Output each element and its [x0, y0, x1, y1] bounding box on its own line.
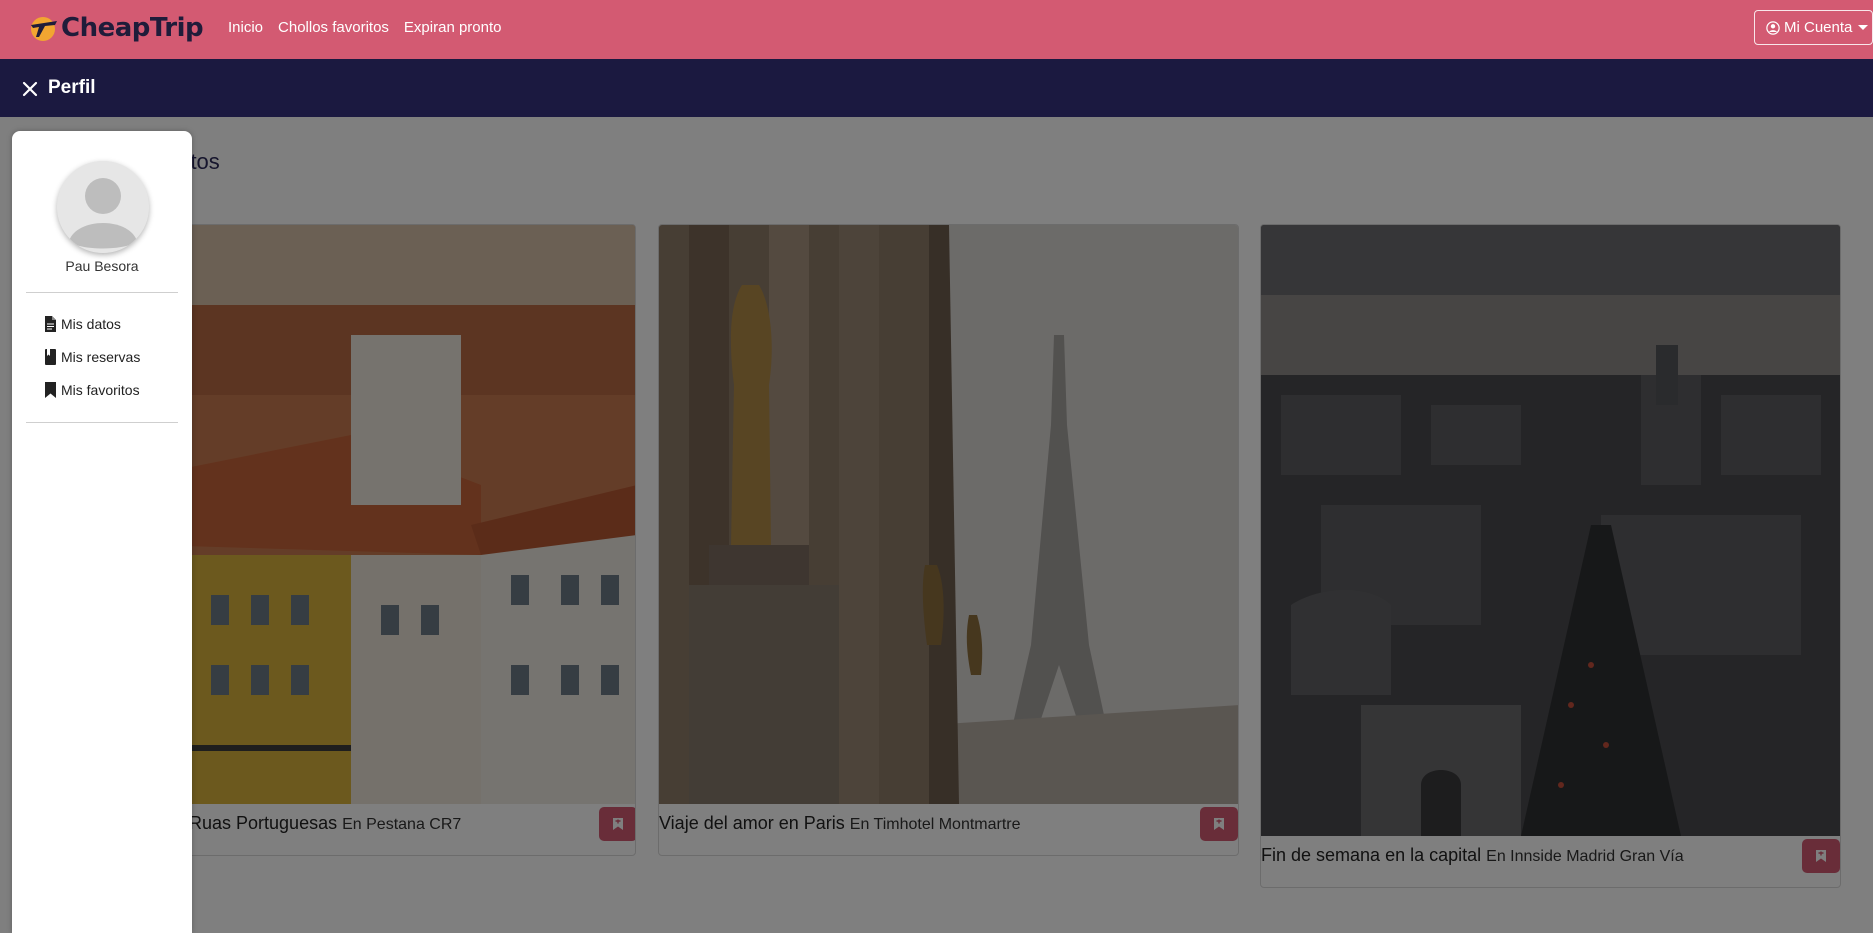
- divider: [26, 422, 178, 423]
- modal-backdrop[interactable]: [0, 59, 1873, 933]
- document-icon: [45, 316, 56, 332]
- plane-logo-icon: [31, 17, 57, 41]
- nav-link-chollos-favoritos[interactable]: Chollos favoritos: [278, 19, 389, 36]
- profile-sidebar: Pau Besora Mis datos Mis reservas Mis fa…: [12, 131, 192, 933]
- divider: [26, 292, 178, 293]
- sidebar-item-mis-favoritos[interactable]: Mis favoritos: [44, 382, 140, 398]
- logo-text: CheapTrip: [61, 13, 204, 43]
- profile-header-bar: Perfil: [0, 59, 1873, 117]
- user-name: Pau Besora: [65, 258, 139, 274]
- logo[interactable]: CheapTrip: [28, 10, 204, 46]
- sidebar-item-label: Mis favoritos: [61, 382, 140, 398]
- sidebar-item-label: Mis datos: [61, 316, 121, 332]
- nav-link-expiran-pronto[interactable]: Expiran pronto: [404, 19, 502, 36]
- book-icon: [45, 349, 56, 365]
- nav-link-inicio[interactable]: Inicio: [228, 19, 263, 36]
- user-placeholder-icon: [57, 161, 149, 253]
- sidebar-item-label: Mis reservas: [61, 349, 141, 365]
- profile-title: Perfil: [48, 77, 96, 98]
- user-circle-icon: [1766, 20, 1780, 35]
- sidebar-item-mis-datos[interactable]: Mis datos: [44, 316, 121, 332]
- chevron-down-icon: [1858, 25, 1869, 30]
- avatar: [57, 161, 149, 253]
- account-dropdown-button[interactable]: Mi Cuenta: [1754, 10, 1873, 45]
- top-navbar: CheapTrip Inicio Chollos favoritos Expir…: [0, 0, 1873, 59]
- account-label: Mi Cuenta: [1784, 19, 1853, 36]
- sidebar-item-mis-reservas[interactable]: Mis reservas: [44, 349, 140, 365]
- bookmark-icon: [45, 382, 56, 398]
- close-icon[interactable]: [22, 81, 38, 97]
